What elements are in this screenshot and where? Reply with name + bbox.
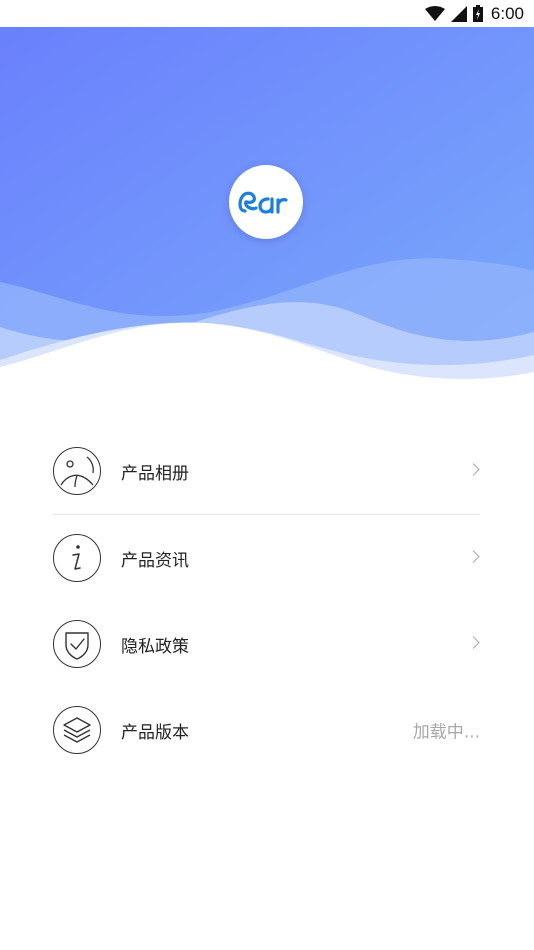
status-bar: 6:00 — [0, 0, 534, 27]
menu-list: 产品相册 产品资讯 隐私政策 产品版本 加载中... — [53, 428, 480, 773]
chevron-right-icon — [472, 635, 480, 654]
signal-icon — [450, 5, 467, 22]
info-icon — [53, 534, 101, 582]
ear-logo-icon — [238, 191, 288, 214]
shield-icon — [53, 620, 101, 668]
status-time: 6:00 — [490, 3, 524, 23]
menu-item-product-news[interactable]: 产品资讯 — [53, 515, 480, 601]
menu-item-label: 产品资讯 — [121, 550, 189, 571]
status-icons: 6:00 — [424, 2, 524, 25]
menu-item-label: 产品版本 — [121, 722, 189, 743]
chevron-right-icon — [472, 462, 480, 481]
version-value: 加载中... — [412, 722, 480, 743]
wifi-icon — [424, 5, 445, 21]
menu-item-label: 隐私政策 — [121, 636, 189, 657]
menu-item-product-gallery[interactable]: 产品相册 — [53, 428, 480, 515]
layers-icon — [53, 706, 101, 754]
menu-item-product-version[interactable]: 产品版本 加载中... — [53, 687, 480, 773]
gallery-icon — [53, 447, 101, 495]
battery-icon — [472, 5, 483, 22]
menu-item-label: 产品相册 — [121, 463, 189, 484]
menu-item-privacy-policy[interactable]: 隐私政策 — [53, 601, 480, 687]
chevron-right-icon — [472, 549, 480, 568]
app-logo — [229, 165, 303, 239]
